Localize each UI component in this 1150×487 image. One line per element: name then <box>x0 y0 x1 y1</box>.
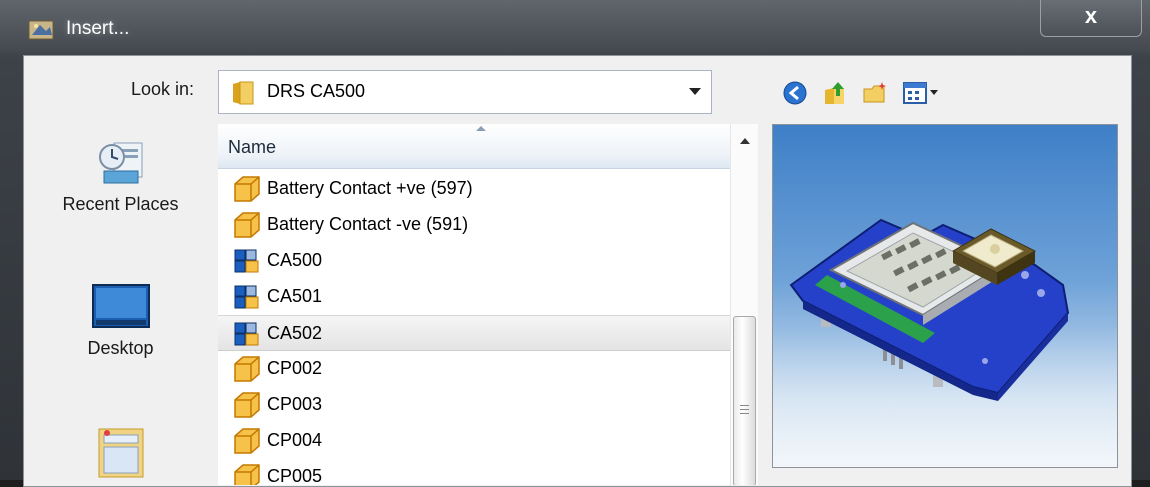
app-icon <box>28 20 54 40</box>
place-label: Desktop <box>87 338 154 358</box>
file-name: CA501 <box>267 286 323 306</box>
list-item[interactable]: Battery Contact +ve (597) <box>218 171 730 207</box>
place-desktop[interactable]: Desktop <box>23 283 218 359</box>
assembly-file-icon <box>234 285 259 309</box>
list-item[interactable]: CP003 <box>218 387 730 423</box>
views-menu-icon[interactable] <box>902 80 942 106</box>
look-in-value: DRS CA500 <box>267 81 366 101</box>
part-file-icon <box>234 356 260 382</box>
part-file-icon <box>234 212 260 238</box>
part-file-icon <box>234 392 260 418</box>
file-list: Name Battery Contact +ve (597) Battery C… <box>218 124 758 485</box>
scroll-up-arrow-icon[interactable] <box>740 138 750 144</box>
file-name: CP005 <box>267 466 323 485</box>
part-file-icon <box>234 176 260 202</box>
list-item[interactable]: CP002 <box>218 351 730 387</box>
part-file-icon <box>234 464 260 485</box>
chevron-down-icon[interactable] <box>689 88 701 95</box>
file-name: Battery Contact +ve (597) <box>267 178 473 198</box>
grip-line <box>740 413 749 414</box>
list-item[interactable]: CP005 <box>218 459 730 485</box>
desktop-icon <box>91 284 150 328</box>
file-name: CP004 <box>267 430 323 450</box>
list-item[interactable]: CA500 <box>218 243 730 279</box>
new-folder-icon[interactable] <box>862 80 888 106</box>
list-item[interactable]: CA501 <box>218 279 730 315</box>
file-name: CA500 <box>267 250 323 270</box>
back-icon[interactable] <box>782 80 808 106</box>
list-item-selected[interactable]: CA502 <box>218 315 730 351</box>
list-item[interactable]: CP004 <box>218 423 730 459</box>
part-file-icon <box>234 428 260 454</box>
grip-line <box>740 405 749 406</box>
place-label: Recent Places <box>62 194 179 214</box>
file-name: Battery Contact -ve (591) <box>267 214 469 234</box>
place-recent-places[interactable]: Recent Places <box>23 135 218 215</box>
look-in-dropdown[interactable]: DRS CA500 <box>218 70 712 114</box>
assembly-file-icon <box>234 322 259 346</box>
window-title: Insert... <box>66 18 130 39</box>
assembly-file-icon <box>234 249 259 273</box>
vertical-scrollbar[interactable] <box>730 124 758 485</box>
column-header-label: Name <box>228 137 277 157</box>
grip-line <box>740 409 749 410</box>
up-folder-icon[interactable] <box>822 80 848 106</box>
list-item[interactable]: Battery Contact -ve (591) <box>218 207 730 243</box>
column-header-name[interactable]: Name <box>218 124 730 169</box>
places-bar: Recent Places Desktop <box>23 115 218 485</box>
file-name: CP003 <box>267 394 323 414</box>
file-name: CP002 <box>267 358 323 378</box>
pcb-assembly-preview <box>773 218 1117 467</box>
sort-ascending-icon <box>476 126 486 131</box>
folder-icon <box>233 81 254 105</box>
close-button[interactable]: x <box>1040 0 1142 37</box>
libraries-icon <box>98 428 143 478</box>
title-bar[interactable]: Insert... x <box>0 0 1150 52</box>
recent-places-icon <box>98 142 142 184</box>
preview-pane <box>772 124 1118 468</box>
place-libraries[interactable] <box>23 425 218 486</box>
look-in-label: Look in: <box>131 79 195 99</box>
scrollbar-thumb[interactable] <box>733 316 756 485</box>
file-name: CA502 <box>267 323 323 343</box>
insert-dialog: Insert... x Look in: DRS CA500 Recent Pl… <box>0 0 1150 487</box>
